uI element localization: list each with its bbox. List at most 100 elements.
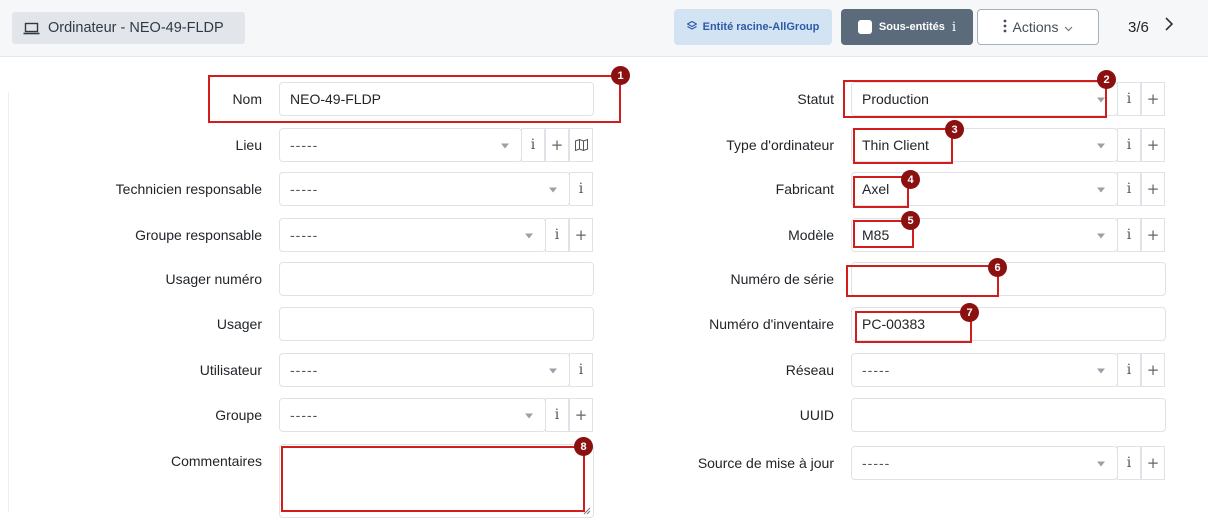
page-title: Ordinateur - NEO-49-FLDP	[48, 20, 224, 36]
annotation-badge-6: 6	[988, 258, 1007, 277]
type-info-button[interactable]: i	[1117, 128, 1141, 162]
type-select[interactable]: Thin Client	[851, 128, 1118, 162]
caret-down-icon	[1097, 233, 1105, 239]
utilisateur-info-button[interactable]: i	[569, 353, 593, 387]
annotation-badge-8: 8	[574, 437, 593, 456]
root-entity-button[interactable]: Entité racine-AllGroup	[674, 9, 832, 45]
caret-down-icon	[1097, 97, 1105, 103]
utilisateur-value: -----	[290, 362, 319, 378]
nom-input[interactable]: NEO-49-FLDP	[279, 82, 594, 116]
type-value: Thin Client	[862, 137, 929, 153]
label-technicien: Technicien responsable	[115, 181, 262, 197]
subentities-toggle[interactable]: Sous-entités i	[841, 9, 973, 45]
top-toolbar: Ordinateur - NEO-49-FLDP Entité racine-A…	[0, 0, 1208, 57]
nom-value: NEO-49-FLDP	[290, 91, 382, 107]
annotation-badge-1: 1	[611, 66, 630, 85]
resize-grip-icon[interactable]	[583, 507, 591, 515]
label-inventaire: Numéro d'inventaire	[709, 316, 834, 332]
actions-label: Actions	[1012, 19, 1059, 35]
caret-down-icon	[525, 413, 533, 419]
lieu-select[interactable]: -----	[279, 128, 522, 162]
groupe-resp-value: -----	[290, 227, 319, 243]
uuid-input[interactable]	[851, 398, 1166, 432]
type-add-button[interactable]: +	[1141, 128, 1165, 162]
usager-num-input[interactable]	[279, 262, 594, 296]
fabricant-add-button[interactable]: +	[1141, 172, 1165, 206]
label-reseau: Réseau	[785, 362, 834, 378]
utilisateur-select[interactable]: -----	[279, 353, 570, 387]
label-groupe-resp: Groupe responsable	[135, 227, 262, 243]
subentities-label: Sous-entités	[878, 21, 945, 33]
modele-add-button[interactable]: +	[1141, 218, 1165, 252]
statut-add-button[interactable]: +	[1141, 82, 1165, 116]
kebab-icon	[1003, 19, 1007, 36]
caret-down-icon	[525, 233, 533, 239]
fabricant-select[interactable]: Axel	[851, 172, 1118, 206]
label-statut: Statut	[797, 91, 834, 107]
label-type: Type d'ordinateur	[726, 137, 834, 153]
fabricant-value: Axel	[862, 181, 890, 197]
label-usager-num: Usager numéro	[165, 271, 263, 287]
lieu-add-button[interactable]: +	[545, 128, 569, 162]
modele-select[interactable]: M85	[851, 218, 1118, 252]
map-icon[interactable]	[569, 128, 593, 162]
label-source: Source de mise à jour	[697, 455, 834, 471]
commentaires-textarea[interactable]	[279, 444, 594, 518]
reseau-info-button[interactable]: i	[1117, 353, 1141, 387]
modele-value: M85	[862, 227, 890, 243]
annotation-badge-7: 7	[960, 303, 979, 322]
left-divider	[8, 92, 9, 512]
caret-down-icon	[1097, 368, 1105, 374]
page-title-chip: Ordinateur - NEO-49-FLDP	[12, 12, 245, 44]
inventaire-value: PC-00383	[862, 316, 926, 332]
caret-down-icon	[1097, 143, 1105, 149]
label-serie: Numéro de série	[730, 271, 835, 287]
label-utilisateur: Utilisateur	[199, 362, 262, 378]
statut-select[interactable]: Production	[851, 82, 1118, 116]
chevron-down-icon	[1064, 19, 1073, 35]
technicien-info-button[interactable]: i	[569, 172, 593, 206]
annotation-badge-4: 4	[901, 170, 920, 189]
reseau-value: -----	[862, 362, 891, 378]
layers-icon	[685, 20, 698, 33]
source-add-button[interactable]: +	[1141, 446, 1165, 480]
label-uuid: UUID	[799, 407, 834, 423]
caret-down-icon	[1097, 461, 1105, 467]
root-entity-label: Entité racine-AllGroup	[702, 21, 820, 33]
groupe-resp-add-button[interactable]: +	[569, 218, 593, 252]
source-value: -----	[862, 455, 891, 471]
next-chevron-icon[interactable]	[1164, 16, 1174, 37]
usager-input[interactable]	[279, 307, 594, 341]
actions-button[interactable]: Actions	[977, 9, 1099, 45]
groupe-resp-info-button[interactable]: i	[545, 218, 569, 252]
label-nom: Nom	[232, 91, 262, 107]
pager-count: 3/6	[1128, 19, 1149, 36]
groupe-select[interactable]: -----	[279, 398, 546, 432]
caret-down-icon	[501, 143, 509, 149]
technicien-value: -----	[290, 181, 319, 197]
source-info-button[interactable]: i	[1117, 446, 1141, 480]
reseau-add-button[interactable]: +	[1141, 353, 1165, 387]
serie-input[interactable]	[851, 262, 1166, 296]
source-select[interactable]: -----	[851, 446, 1118, 480]
label-commentaires: Commentaires	[170, 453, 262, 469]
subentities-checkbox[interactable]	[857, 20, 872, 34]
label-groupe: Groupe	[215, 407, 262, 423]
reseau-select[interactable]: -----	[851, 353, 1118, 387]
statut-info-button[interactable]: i	[1117, 82, 1141, 116]
fabricant-info-button[interactable]: i	[1117, 172, 1141, 206]
technicien-select[interactable]: -----	[279, 172, 570, 206]
lieu-info-button[interactable]: i	[521, 128, 545, 162]
modele-info-button[interactable]: i	[1117, 218, 1141, 252]
label-lieu: Lieu	[235, 137, 262, 153]
caret-down-icon	[549, 187, 557, 193]
label-fabricant: Fabricant	[775, 181, 834, 197]
info-icon[interactable]: i	[952, 20, 956, 35]
groupe-info-button[interactable]: i	[545, 398, 569, 432]
groupe-resp-select[interactable]: -----	[279, 218, 546, 252]
inventaire-input[interactable]: PC-00383	[851, 307, 1166, 341]
caret-down-icon	[1097, 187, 1105, 193]
annotation-badge-5: 5	[901, 211, 920, 230]
groupe-add-button[interactable]: +	[569, 398, 593, 432]
lieu-value: -----	[290, 137, 319, 153]
